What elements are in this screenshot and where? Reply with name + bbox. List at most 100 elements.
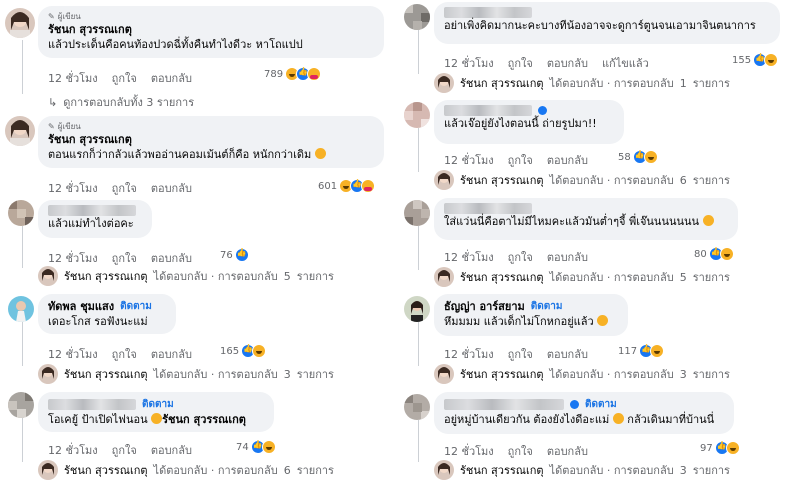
reaction-summary[interactable]: 789 <box>264 67 322 81</box>
author-avatar <box>38 460 58 480</box>
reply-summary[interactable]: รัชนก สุวรรณเกตุ ได้ตอบกลับ · การตอบกลับ 1… <box>434 73 730 93</box>
reaction-summary[interactable]: 117 <box>618 344 665 358</box>
reaction-summary[interactable]: 155 <box>732 53 779 67</box>
avatar[interactable] <box>404 102 430 128</box>
reply-summary[interactable]: รัชนก สุวรรณเกตุ ได้ตอบกลับ · การตอบกลับ 6… <box>38 460 334 480</box>
thread-line <box>22 418 23 462</box>
reply-button[interactable]: ตอบกลับ <box>547 251 588 264</box>
care-icon <box>307 67 322 81</box>
reaction-summary[interactable]: 97 <box>700 441 740 455</box>
comment-text: แล้วเจ๊อยู่ยังไงตอนนี้ ถ่ายรูปมา!! <box>444 117 597 130</box>
commenter-name[interactable]: ติดตาม <box>48 397 264 412</box>
reply-summary[interactable]: รัชนก สุวรรณเกตุ ได้ตอบกลับ · การตอบกลับ 5… <box>434 267 730 287</box>
comment-text: โอเคยู้ ป้าเปิดไฟนอน รัชนก สุวรรณเกตุ <box>48 413 246 426</box>
reply-button[interactable]: ตอบกลับ <box>547 445 588 458</box>
avatar[interactable] <box>404 200 430 226</box>
reaction-summary[interactable]: 74 <box>236 440 276 454</box>
author-avatar <box>38 266 58 286</box>
mention-link[interactable]: รัชนก สุวรรณเกตุ <box>162 413 246 426</box>
comment-bubble: แล้วแม่ทำไงต่อคะ <box>38 200 152 238</box>
like-button[interactable]: ถูกใจ <box>508 251 533 264</box>
blurred-name <box>48 205 136 216</box>
commenter-name[interactable]: รัชนก สุวรรณเกตุ <box>48 132 374 147</box>
reply-button[interactable]: ตอบกลับ <box>151 72 192 85</box>
reply-button[interactable]: ตอบกลับ <box>547 348 588 361</box>
avatar[interactable] <box>5 8 35 38</box>
emoji-icon <box>597 315 609 326</box>
haha-icon <box>643 150 658 164</box>
verified-icon <box>570 400 579 409</box>
like-button[interactable]: ถูกใจ <box>508 57 533 70</box>
reply-button[interactable]: ตอบกลับ <box>547 57 588 70</box>
follow-button[interactable]: ติดตาม <box>585 397 617 412</box>
view-replies-link[interactable]: ↳ ดูการตอบกลับทั้ง 3 รายการ <box>48 93 194 111</box>
avatar[interactable] <box>404 394 430 420</box>
avatar[interactable] <box>8 200 34 226</box>
reply-summary[interactable]: รัชนก สุวรรณเกตุ ได้ตอบกลับ · การตอบกลับ 5… <box>38 266 334 286</box>
edited-label: แก้ไขแล้ว <box>601 57 649 70</box>
reply-button[interactable]: ตอบกลับ <box>151 348 192 361</box>
avatar[interactable] <box>404 4 430 30</box>
care-icon <box>361 179 376 193</box>
reply-summary[interactable]: รัชนก สุวรรณเกตุ ได้ตอบกลับ · การตอบกลับ 6… <box>434 170 730 190</box>
reaction-count: 117 <box>618 345 638 357</box>
edit-icon: ✎ <box>48 122 55 131</box>
commenter-name[interactable] <box>444 7 770 18</box>
reaction-summary[interactable]: 76 <box>220 248 249 262</box>
comment-actions: 12 ชั่วโมง ถูกใจ ตอบกลับ แก้ไขแล้ว <box>444 54 663 72</box>
comment-text: ใส่แว่นนี่คือตาไม่มีไหมคะแล้วมันต่ำๆจี้ … <box>444 214 728 229</box>
like-button[interactable]: ถูกใจ <box>112 444 137 457</box>
timestamp[interactable]: 12 ชั่วโมง <box>444 57 494 70</box>
commenter-name[interactable] <box>48 205 142 216</box>
like-button[interactable]: ถูกใจ <box>112 252 137 265</box>
like-button[interactable]: ถูกใจ <box>112 72 137 85</box>
follow-button[interactable]: ติดตาม <box>531 299 563 314</box>
timestamp[interactable]: 12 ชั่วโมง <box>444 348 494 361</box>
thread-line <box>22 40 23 94</box>
timestamp[interactable]: 12 ชั่วโมง <box>48 72 98 85</box>
commenter-name[interactable]: ธัญญ่า อาร์สยาม ติดตาม <box>444 299 618 314</box>
reply-summary[interactable]: รัชนก สุวรรณเกตุ ได้ตอบกลับ · การตอบกลับ 3… <box>38 364 334 384</box>
commenter-name[interactable]: รัชนก สุวรรณเกตุ <box>48 22 374 37</box>
emoji-icon <box>612 413 624 424</box>
reply-button[interactable]: ตอบกลับ <box>151 252 192 265</box>
timestamp[interactable]: 12 ชั่วโมง <box>48 444 98 457</box>
reply-button[interactable]: ตอบกลับ <box>151 444 192 457</box>
avatar[interactable] <box>8 392 34 418</box>
timestamp[interactable]: 12 ชั่วโมง <box>48 348 98 361</box>
avatar[interactable] <box>404 296 430 322</box>
comment-actions: 12 ชั่วโมง ถูกใจ ตอบกลับ <box>48 69 206 87</box>
avatar[interactable] <box>8 296 34 322</box>
timestamp[interactable]: 12 ชั่วโมง <box>444 251 494 264</box>
timestamp[interactable]: 12 ชั่วโมง <box>444 154 494 167</box>
commenter-name[interactable]: ติดตาม <box>444 397 724 412</box>
timestamp[interactable]: 12 ชั่วโมง <box>444 445 494 458</box>
reaction-summary[interactable]: 58 <box>618 150 658 164</box>
like-button[interactable]: ถูกใจ <box>508 348 533 361</box>
reply-summary[interactable]: รัชนก สุวรรณเกตุ ได้ตอบกลับ · การตอบกลับ 3… <box>434 364 730 384</box>
like-button[interactable]: ถูกใจ <box>508 154 533 167</box>
commenter-name[interactable] <box>444 105 614 116</box>
reaction-summary[interactable]: 601 <box>318 179 376 193</box>
follow-button[interactable]: ติดตาม <box>142 397 174 412</box>
reaction-count: 165 <box>220 345 240 357</box>
avatar[interactable] <box>5 116 35 146</box>
comment-actions: 12 ชั่วโมง ถูกใจ ตอบกลับ <box>48 345 206 363</box>
like-button[interactable]: ถูกใจ <box>508 445 533 458</box>
haha-icon <box>252 344 267 358</box>
commenter-name[interactable] <box>444 203 728 214</box>
comment-text: แล้วแม่ทำไงต่อคะ <box>48 217 134 230</box>
like-button[interactable]: ถูกใจ <box>112 348 137 361</box>
follow-button[interactable]: ติดตาม <box>120 299 152 314</box>
like-button[interactable]: ถูกใจ <box>112 182 137 195</box>
blurred-name <box>48 399 136 410</box>
author-avatar <box>434 267 454 287</box>
timestamp[interactable]: 12 ชั่วโมง <box>48 252 98 265</box>
reaction-summary[interactable]: 165 <box>220 344 267 358</box>
reply-summary[interactable]: รัชนก สุวรรณเกตุ ได้ตอบกลับ · การตอบกลับ 3… <box>434 460 730 480</box>
reaction-summary[interactable]: 80 <box>694 247 734 261</box>
commenter-name[interactable]: ทัดพล ชุมแสง ติดตาม <box>48 299 166 314</box>
reply-button[interactable]: ตอบกลับ <box>151 182 192 195</box>
reply-button[interactable]: ตอบกลับ <box>547 154 588 167</box>
timestamp[interactable]: 12 ชั่วโมง <box>48 182 98 195</box>
